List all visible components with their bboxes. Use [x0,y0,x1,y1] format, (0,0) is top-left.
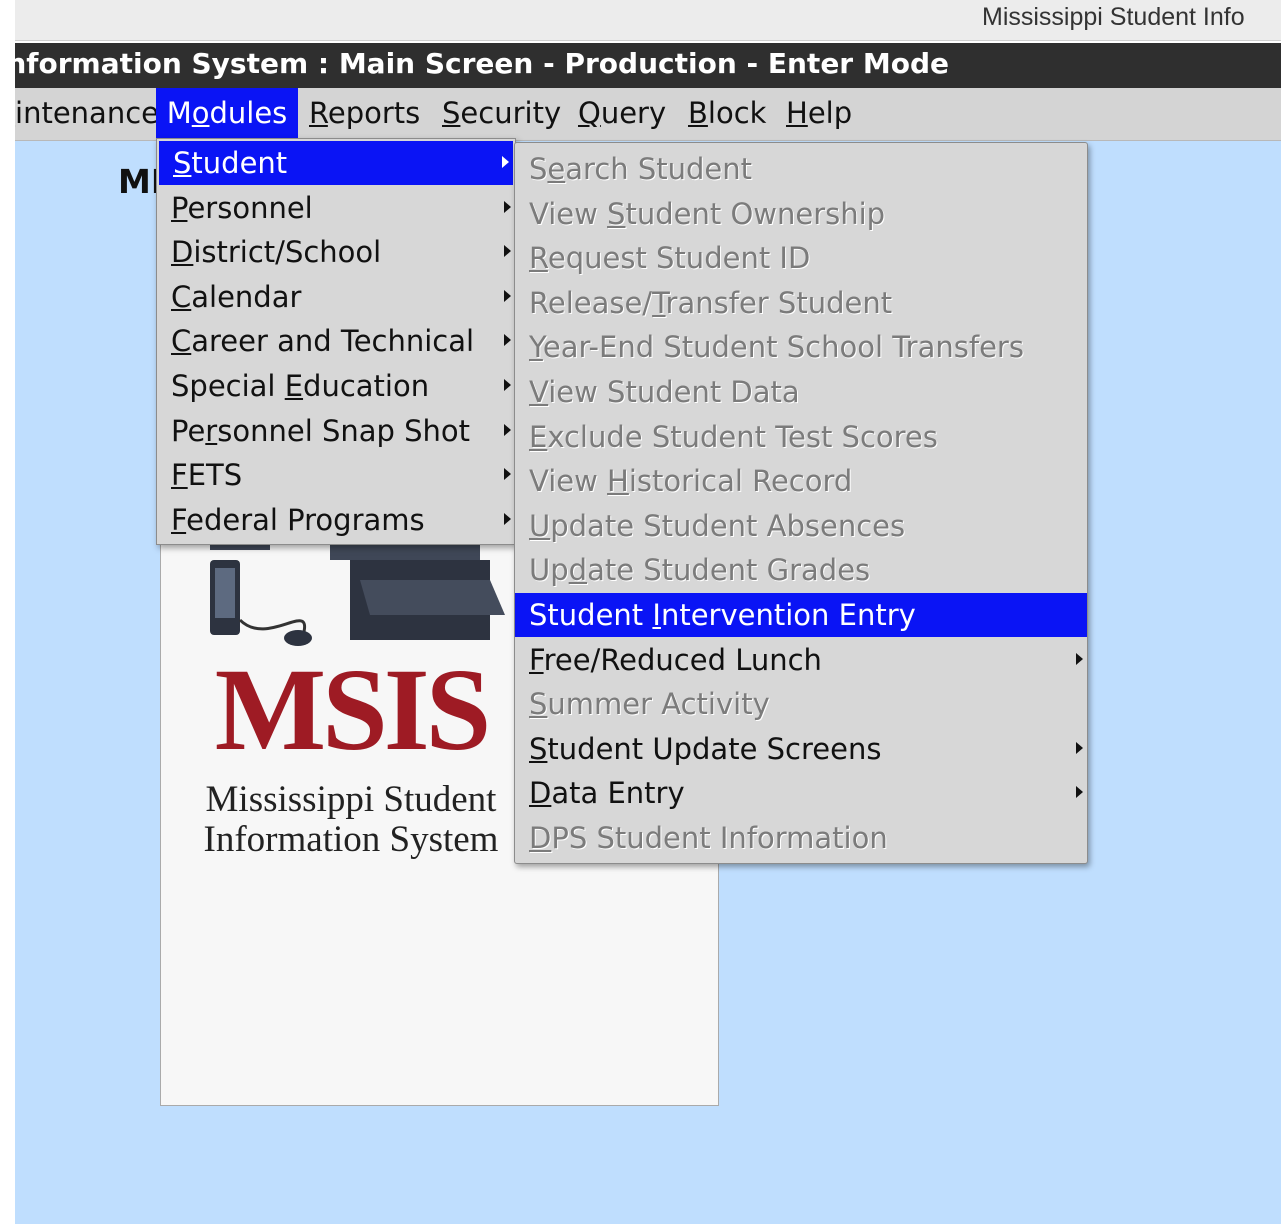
app-titlebar: Mississippi Student Information System :… [15,43,1281,88]
menu-modules[interactable]: Modules [156,88,298,140]
student-item-view-historical-record[interactable]: View Historical Record [515,459,1087,503]
submenu-arrow-icon [504,512,511,525]
modules-dropdown-menu: Student Personnel District/School Calendar C… [156,138,516,545]
submenu-arrow-icon [1076,786,1083,799]
student-item-label: View Historical Record [529,464,853,499]
submenu-arrow-icon [1076,652,1083,665]
menu-help[interactable]: Help [780,88,858,140]
submenu-arrow-icon [504,379,511,391]
menubar: Maintenance Modules Reports Security Que… [15,88,1281,141]
modules-item-label: Calendar [171,279,302,314]
student-item-view-student-data[interactable]: View Student Data [515,370,1087,414]
modules-item-personnel[interactable]: Personnel [157,186,515,230]
student-item-label: Data Entry [529,776,685,811]
student-item-search-student[interactable]: Search Student [515,147,1087,191]
modules-item-personnel-snap-shot[interactable]: Personnel Snap Shot [157,409,515,453]
logo-subtitle-line1: Mississippi Student [205,779,497,820]
student-item-label: Release/Transfer Student [529,285,893,320]
modules-item-label: FETS [171,458,243,493]
modules-item-special-education[interactable]: Special Education [157,364,515,408]
student-item-label: Student Intervention Entry [529,598,916,632]
menu-query[interactable]: Query [572,88,672,140]
modules-item-label: Career and Technical [171,324,475,359]
modules-item-district-school[interactable]: District/School [157,230,515,274]
student-item-year-end-student-school-transfers[interactable]: Year-End Student School Transfers [515,325,1087,369]
student-item-label: Summer Activity [529,687,770,722]
student-item-label: DPS Student Information [529,821,888,855]
modules-item-label: Personnel Snap Shot [171,413,471,448]
student-item-label: Update Student Absences [529,508,906,543]
menu-maintenance[interactable]: Maintenance [15,88,165,140]
modules-item-label: Personnel [171,190,313,225]
menu-security[interactable]: Security [436,88,567,140]
student-item-label: Year-End Student School Transfers [529,330,1024,365]
student-item-release-transfer-student[interactable]: Release/Transfer Student [515,281,1087,325]
student-item-summer-activity[interactable]: Summer Activity [515,682,1087,726]
student-item-request-student-id[interactable]: Request Student ID [515,236,1087,280]
submenu-arrow-icon [504,245,511,258]
student-item-label: Search Student [529,152,753,186]
modules-item-federal-programs[interactable]: Federal Programs [157,498,515,542]
submenu-arrow-icon [502,156,509,168]
modules-item-label: Special Education [171,369,430,403]
submenu-arrow-icon [504,200,511,213]
submenu-arrow-icon [504,289,511,302]
student-item-label: Student Update Screens [529,731,882,766]
student-submenu: Search Student View Student Ownership Requ… [514,142,1088,864]
student-item-label: Exclude Student Test Scores [529,419,938,454]
os-window-title: Mississippi Student Info [982,3,1245,31]
student-item-view-student-ownership[interactable]: View Student Ownership [515,192,1087,236]
modules-item-student[interactable]: Student [159,141,513,185]
menu-reports[interactable]: Reports [303,88,426,140]
modules-item-label: District/School [171,235,382,270]
student-item-student-intervention-entry[interactable]: Student Intervention Entry [515,593,1087,637]
modules-item-label: Federal Programs [171,502,425,537]
logo-subtitle-line2: Information System [203,819,499,860]
student-item-dps-student-information[interactable]: DPS Student Information [515,816,1087,860]
student-item-data-entry[interactable]: Data Entry [515,771,1087,815]
student-item-update-student-grades[interactable]: Update Student Grades [515,548,1087,592]
student-item-label: Free/Reduced Lunch [529,642,822,677]
app-title: Mississippi Student Information System :… [15,47,949,80]
submenu-arrow-icon [504,423,511,436]
student-item-student-update-screens[interactable]: Student Update Screens [515,727,1087,771]
modules-item-fets[interactable]: FETS [157,453,515,497]
student-item-free-reduced-lunch[interactable]: Free/Reduced Lunch [515,638,1087,682]
os-window-titlebar: Mississippi Student Info [15,0,1281,41]
student-item-update-student-absences[interactable]: Update Student Absences [515,504,1087,548]
modules-item-label: Student [173,146,288,180]
submenu-arrow-icon [1076,741,1083,754]
modules-item-calendar[interactable]: Calendar [157,275,515,319]
modules-item-career-and-technical[interactable]: Career and Technical [157,319,515,363]
menu-block[interactable]: Block [682,88,772,140]
student-item-label: View Student Ownership [529,196,886,231]
student-item-label: Update Student Grades [529,553,871,588]
student-item-exclude-student-test-scores[interactable]: Exclude Student Test Scores [515,415,1087,459]
student-item-label: View Student Data [529,375,800,409]
submenu-arrow-icon [504,334,511,347]
submenu-arrow-icon [504,468,511,481]
student-item-label: Request Student ID [529,241,811,276]
msis-wordmark: MSIS [214,644,492,775]
